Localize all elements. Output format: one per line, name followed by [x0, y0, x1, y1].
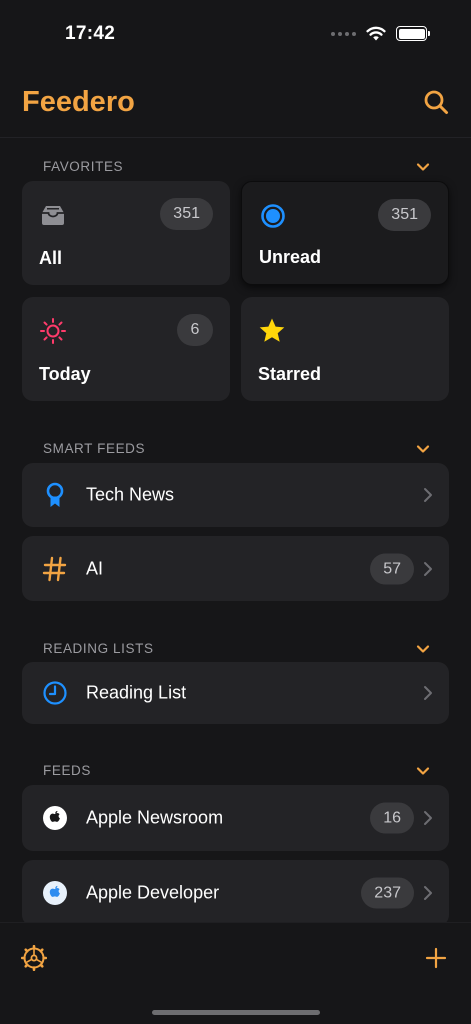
section-title: READING LISTS [43, 641, 154, 656]
unread-count-badge: 16 [370, 802, 414, 834]
chevron-right-icon [424, 686, 432, 700]
unread-dot-icon [261, 204, 285, 228]
section-header-feeds[interactable]: FEEDS [22, 760, 449, 782]
star-icon [259, 318, 285, 342]
chevron-right-icon [424, 886, 432, 900]
chevron-down-icon[interactable] [416, 442, 430, 456]
section-header-smart-feeds[interactable]: SMART FEEDS [22, 438, 449, 460]
section-header-favorites[interactable]: FAVORITES [22, 156, 449, 178]
feed-label: Apple Newsroom [86, 807, 224, 828]
feed-apple-developer[interactable]: Apple Developer 237 [22, 860, 449, 922]
favorite-label: All [39, 248, 63, 268]
favorite-card-all[interactable]: 351 All [22, 181, 230, 285]
smart-feed-ai[interactable]: AI 57 [22, 536, 449, 601]
hashtag-icon [42, 556, 67, 581]
unread-count-badge: 351 [378, 199, 431, 231]
apple-logo-icon [43, 806, 67, 830]
unread-count-badge: 351 [160, 198, 213, 230]
unread-count-badge: 237 [361, 877, 414, 909]
chevron-down-icon[interactable] [416, 764, 430, 778]
search-icon[interactable] [423, 89, 449, 115]
section-title: FEEDS [43, 763, 92, 778]
cellular-signal-icon [331, 31, 356, 36]
home-indicator [152, 1010, 320, 1015]
app-title: Feedero [22, 86, 135, 118]
unread-count-badge: 57 [370, 553, 414, 584]
favorite-card-unread[interactable]: 351 Unread [241, 181, 449, 285]
reading-list-item[interactable]: Reading List [22, 662, 449, 724]
nav-header: Feedero [0, 68, 471, 138]
feed-label: Apple Developer [86, 882, 220, 903]
inbox-tray-icon [42, 206, 64, 225]
feed-label: AI [86, 558, 104, 578]
chevron-down-icon[interactable] [416, 642, 430, 656]
clock-icon [43, 681, 67, 705]
sun-icon [40, 318, 66, 344]
chevron-right-icon [424, 561, 432, 576]
section-title: FAVORITES [43, 159, 124, 174]
ribbon-icon [46, 482, 64, 507]
favorite-label: Unread [259, 247, 322, 267]
unread-count-badge: 6 [177, 314, 213, 346]
section-title: SMART FEEDS [43, 441, 146, 456]
feed-apple-newsroom[interactable]: Apple Newsroom 16 [22, 785, 449, 851]
section-header-reading-lists[interactable]: READING LISTS [22, 638, 449, 660]
status-icons [331, 26, 430, 41]
apple-developer-icon [43, 881, 67, 905]
status-bar: 17:42 [0, 0, 471, 60]
bottom-toolbar [0, 922, 471, 1024]
add-icon[interactable] [425, 947, 447, 969]
battery-icon [396, 26, 430, 41]
feed-label: Tech News [86, 484, 175, 505]
chevron-right-icon [424, 488, 432, 502]
smart-feed-tech-news[interactable]: Tech News [22, 463, 449, 527]
favorite-label: Starred [258, 364, 322, 384]
favorite-card-today[interactable]: 6 Today [22, 297, 230, 401]
sidebar-list[interactable]: FAVORITES 351 All 351 Unread 6 Today Sta… [0, 138, 471, 922]
feed-label: Reading List [86, 682, 187, 703]
wifi-icon [366, 26, 386, 41]
favorite-label: Today [39, 364, 91, 384]
settings-icon[interactable] [21, 945, 47, 971]
status-time: 17:42 [65, 23, 116, 44]
chevron-down-icon[interactable] [416, 160, 430, 174]
chevron-right-icon [424, 811, 432, 825]
favorite-card-starred[interactable]: Starred [241, 297, 449, 401]
